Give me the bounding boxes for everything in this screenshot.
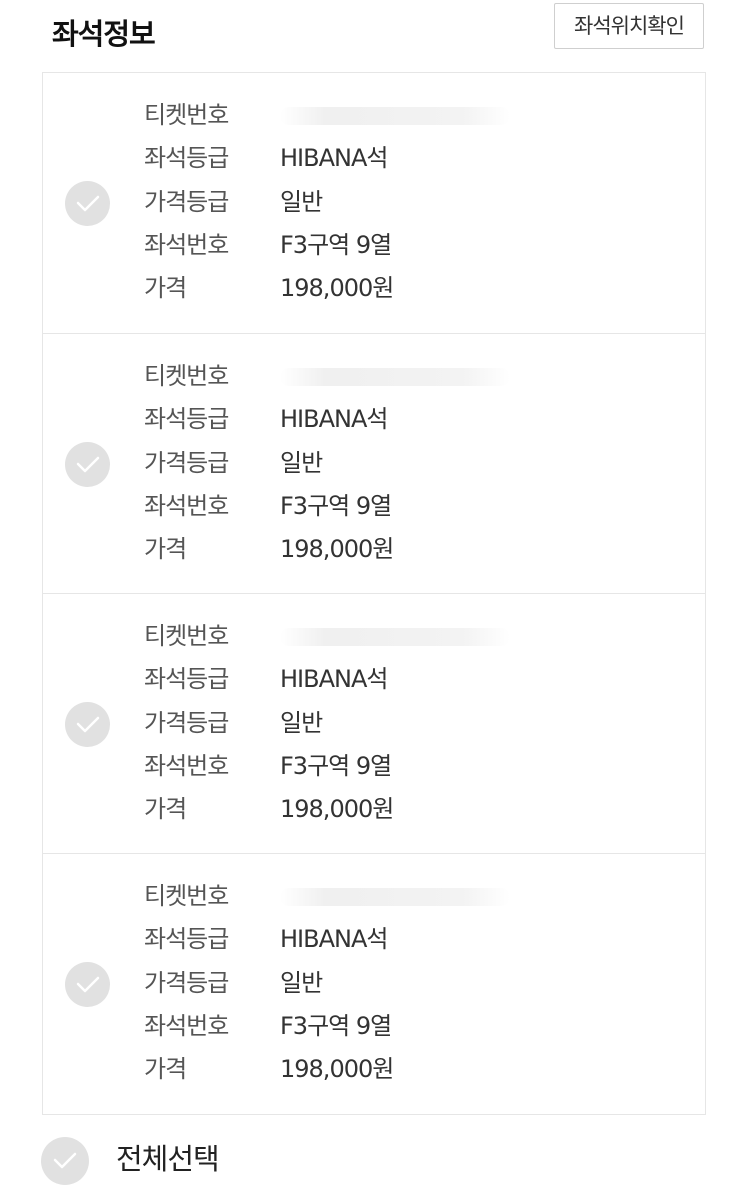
- seat-grade-label: 좌석등급: [144, 925, 229, 953]
- ticket-number-redacted: [280, 368, 510, 386]
- seat-location-button[interactable]: 좌석위치확인: [554, 3, 704, 49]
- seat-grade-row: 좌석등급 HIBANA석: [144, 136, 664, 180]
- ticket-list: 티켓번호 좌석등급 HIBANA석 가격등급 일반 좌석번호 F3구역 9열 가…: [42, 72, 706, 1115]
- price-value: 198,000원: [280, 1055, 394, 1083]
- seat-number-label: 좌석번호: [144, 1012, 229, 1040]
- price-value: 198,000원: [280, 274, 394, 302]
- seat-grade-value: HIBANA석: [280, 925, 388, 953]
- ticket-checkbox[interactable]: [65, 962, 110, 1007]
- seat-number-value: F3구역 9열: [280, 492, 392, 520]
- seat-grade-value: HIBANA석: [280, 405, 388, 433]
- price-grade-row: 가격등급 일반: [144, 441, 664, 485]
- seat-number-value: F3구역 9열: [280, 752, 392, 780]
- seat-number-label: 좌석번호: [144, 752, 229, 780]
- ticket-number-row: 티켓번호: [144, 93, 664, 137]
- check-icon: [76, 976, 100, 993]
- ticket-checkbox[interactable]: [65, 181, 110, 226]
- ticket-number-label: 티켓번호: [144, 622, 229, 650]
- seat-grade-label: 좌석등급: [144, 665, 229, 693]
- price-row: 가격 198,000원: [144, 266, 664, 310]
- page-title: 좌석정보: [52, 17, 156, 51]
- ticket-number-redacted: [280, 107, 510, 125]
- price-grade-label: 가격등급: [144, 969, 229, 997]
- ticket-number-row: 티켓번호: [144, 614, 664, 658]
- price-row: 가격 198,000원: [144, 527, 664, 571]
- seat-grade-label: 좌석등급: [144, 405, 229, 433]
- check-icon: [53, 1152, 77, 1169]
- ticket-number-label: 티켓번호: [144, 362, 229, 390]
- price-grade-row: 가격등급 일반: [144, 180, 664, 224]
- seat-number-value: F3구역 9열: [280, 1012, 392, 1040]
- price-grade-value: 일반: [280, 709, 323, 737]
- ticket-checkbox[interactable]: [65, 442, 110, 487]
- price-label: 가격: [144, 274, 187, 302]
- seat-grade-value: HIBANA석: [280, 665, 388, 693]
- price-row: 가격 198,000원: [144, 787, 664, 831]
- ticket-card[interactable]: 티켓번호 좌석등급 HIBANA석 가격등급 일반 좌석번호 F3구역 9열 가…: [43, 593, 705, 853]
- seat-grade-row: 좌석등급 HIBANA석: [144, 397, 664, 441]
- ticket-card[interactable]: 티켓번호 좌석등급 HIBANA석 가격등급 일반 좌석번호 F3구역 9열 가…: [43, 853, 705, 1113]
- price-grade-row: 가격등급 일반: [144, 961, 664, 1005]
- ticket-card[interactable]: 티켓번호 좌석등급 HIBANA석 가격등급 일반 좌석번호 F3구역 9열 가…: [43, 333, 705, 593]
- ticket-number-row: 티켓번호: [144, 874, 664, 918]
- price-value: 198,000원: [280, 795, 394, 823]
- price-grade-label: 가격등급: [144, 449, 229, 477]
- check-icon: [76, 456, 100, 473]
- seat-number-label: 좌석번호: [144, 231, 229, 259]
- price-grade-value: 일반: [280, 449, 323, 477]
- seat-number-row: 좌석번호 F3구역 9열: [144, 484, 664, 528]
- check-icon: [76, 716, 100, 733]
- price-label: 가격: [144, 535, 187, 563]
- ticket-number-label: 티켓번호: [144, 101, 229, 129]
- price-label: 가격: [144, 795, 187, 823]
- price-grade-label: 가격등급: [144, 188, 229, 216]
- seat-number-label: 좌석번호: [144, 492, 229, 520]
- seat-number-row: 좌석번호 F3구역 9열: [144, 1004, 664, 1048]
- select-all-checkbox[interactable]: [41, 1137, 89, 1185]
- seat-grade-row: 좌석등급 HIBANA석: [144, 917, 664, 961]
- seat-grade-label: 좌석등급: [144, 144, 229, 172]
- price-value: 198,000원: [280, 535, 394, 563]
- seat-number-value: F3구역 9열: [280, 231, 392, 259]
- price-grade-value: 일반: [280, 969, 323, 997]
- ticket-number-label: 티켓번호: [144, 882, 229, 910]
- ticket-number-row: 티켓번호: [144, 354, 664, 398]
- select-all-label[interactable]: 전체선택: [116, 1137, 220, 1181]
- price-grade-row: 가격등급 일반: [144, 701, 664, 745]
- seat-number-row: 좌석번호 F3구역 9열: [144, 744, 664, 788]
- price-label: 가격: [144, 1055, 187, 1083]
- ticket-card[interactable]: 티켓번호 좌석등급 HIBANA석 가격등급 일반 좌석번호 F3구역 9열 가…: [43, 73, 705, 333]
- ticket-checkbox[interactable]: [65, 702, 110, 747]
- seat-grade-value: HIBANA석: [280, 144, 388, 172]
- price-grade-value: 일반: [280, 188, 323, 216]
- ticket-number-redacted: [280, 888, 510, 906]
- check-icon: [76, 195, 100, 212]
- seat-grade-row: 좌석등급 HIBANA석: [144, 657, 664, 701]
- seat-number-row: 좌석번호 F3구역 9열: [144, 223, 664, 267]
- price-row: 가격 198,000원: [144, 1047, 664, 1091]
- price-grade-label: 가격등급: [144, 709, 229, 737]
- ticket-number-redacted: [280, 628, 510, 646]
